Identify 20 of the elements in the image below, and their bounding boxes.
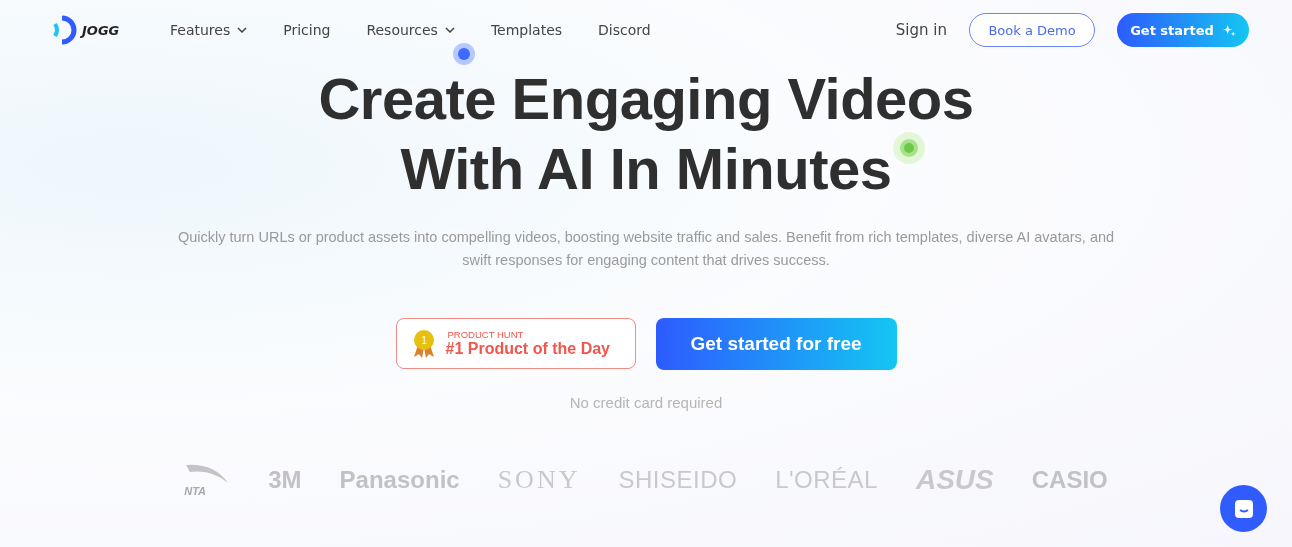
brand-logo: 3M: [268, 466, 302, 494]
brand-logo: NTA: [184, 463, 231, 497]
chat-button[interactable]: [1220, 485, 1267, 532]
brand-name: JOGG: [82, 22, 120, 38]
brand-logo: Panasonic: [339, 466, 460, 494]
product-hunt-badge[interactable]: 1 PRODUCT HUNT #1 Product of the Day: [395, 318, 636, 369]
sign-in-link[interactable]: Sign in: [895, 21, 947, 39]
no-credit-card-note: No credit card required: [569, 394, 723, 411]
logo-icon: [52, 15, 78, 45]
nav-link[interactable]: Discord: [598, 22, 651, 38]
book-demo-button[interactable]: Book a Demo: [969, 13, 1095, 47]
hero-subtitle: Quickly turn URLs or product assets into compelling videos, boosting website traffic and sales. Benefit from rich templates, diverse AI avatars, and swift responses for engaging content that drives success.: [176, 228, 1116, 270]
get-started-button[interactable]: Get started: [1117, 13, 1249, 47]
nav-link[interactable]: Resources: [366, 22, 455, 38]
hero-title: With AI In Minutes: [400, 134, 892, 204]
nav-link[interactable]: Pricing: [283, 22, 331, 38]
nav-link[interactable]: Templates: [490, 22, 563, 38]
nav-link[interactable]: Features: [170, 22, 248, 38]
sparkle-icon: [1222, 23, 1236, 37]
hero-title: Create Engaging Videos: [318, 64, 974, 134]
